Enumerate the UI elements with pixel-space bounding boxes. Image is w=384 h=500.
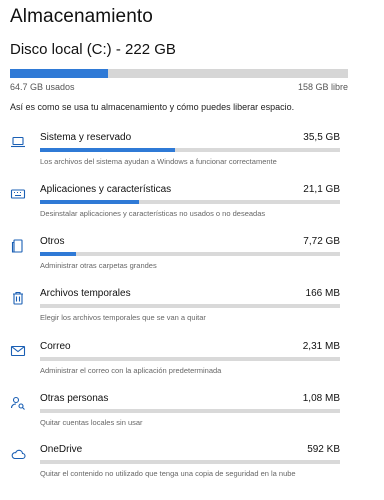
storage-category-row[interactable]: OneDrive 592 KB Quitar el contenido no uti… xyxy=(0,444,384,492)
category-size: 592 KB xyxy=(307,444,340,455)
category-description: Elegir los archivos temporales que se va… xyxy=(40,313,206,322)
category-size: 35,5 GB xyxy=(303,132,340,143)
category-usage-bar xyxy=(40,460,340,464)
category-name: Otras personas xyxy=(40,393,109,404)
category-name: Aplicaciones y características xyxy=(40,184,172,195)
category-size: 21,1 GB xyxy=(303,184,340,195)
category-usage-bar xyxy=(40,357,340,361)
category-usage-bar-fill xyxy=(40,148,175,152)
trash-icon xyxy=(10,290,26,306)
page-title: Almacenamiento xyxy=(10,6,153,27)
mail-icon xyxy=(10,343,26,359)
category-name: Archivos temporales xyxy=(40,288,131,299)
category-description: Quitar cuentas locales sin usar xyxy=(40,418,143,427)
category-name: OneDrive xyxy=(40,444,83,455)
storage-category-row[interactable]: Archivos temporales 166 MB Elegir los arch… xyxy=(0,288,384,336)
keyboard-icon xyxy=(10,186,26,202)
category-description: Administrar otras carpetas grandes xyxy=(40,261,157,270)
category-usage-bar xyxy=(40,252,340,256)
category-description: Quitar el contenido no utilizado que ten… xyxy=(40,469,296,478)
category-usage-bar xyxy=(40,409,340,413)
intro-text: Así es como se usa tu almacenamiento y c… xyxy=(10,102,295,112)
category-usage-bar xyxy=(40,304,340,308)
category-description: Los archivos del sistema ayudan a Window… xyxy=(40,157,277,166)
category-name: Sistema y reservado xyxy=(40,132,132,143)
drive-title[interactable]: Disco local (C:) - 222 GB xyxy=(10,41,176,58)
storage-category-row[interactable]: Sistema y reservado 35,5 GB Los archivos d… xyxy=(0,132,384,180)
category-description: Desinstalar aplicaciones y característic… xyxy=(40,209,266,218)
category-usage-bar-fill xyxy=(40,252,76,256)
category-size: 7,72 GB xyxy=(303,236,340,247)
category-size: 166 MB xyxy=(305,288,340,299)
category-usage-bar xyxy=(40,200,340,204)
drive-usage-bar-fill xyxy=(10,69,109,78)
storage-category-row[interactable]: Aplicaciones y características 21,1 GB Des… xyxy=(0,184,384,232)
storage-category-row[interactable]: Correo 2,31 MB Administrar el correo con l… xyxy=(0,341,384,389)
drive-usage-bar xyxy=(10,69,348,78)
folder-icon xyxy=(10,238,26,254)
category-description: Administrar el correo con la aplicación … xyxy=(40,366,222,375)
category-usage-bar xyxy=(40,148,340,152)
category-name: Correo xyxy=(40,341,71,352)
category-usage-bar-fill xyxy=(40,200,139,204)
category-size: 2,31 MB xyxy=(302,341,340,352)
drive-free-label: 158 GB libre xyxy=(297,82,348,92)
laptop-icon xyxy=(10,134,26,150)
drive-used-label: 64.7 GB usados xyxy=(10,82,75,92)
storage-category-row[interactable]: Otras personas 1,08 MB Quitar cuentas loca… xyxy=(0,393,384,441)
category-name: Otros xyxy=(40,236,65,247)
cloud-icon xyxy=(10,446,26,462)
category-size: 1,08 MB xyxy=(302,393,340,404)
storage-category-row[interactable]: Otros 7,72 GB Administrar otras carpetas g… xyxy=(0,236,384,284)
person-search-icon xyxy=(10,395,26,411)
